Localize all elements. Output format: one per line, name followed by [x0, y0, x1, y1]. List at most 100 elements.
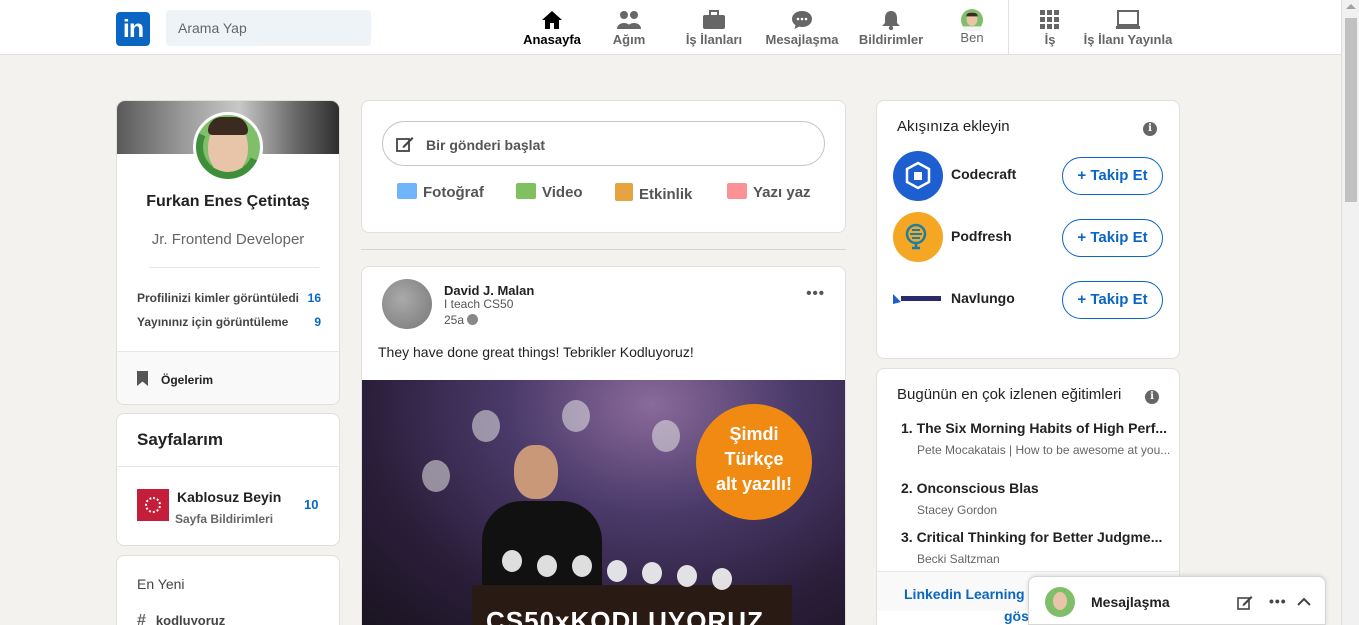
- briefcase-icon: [703, 10, 725, 29]
- article-action[interactable]: Yazı yaz: [727, 183, 811, 201]
- messaging-popup[interactable]: Mesajlaşma •••: [1028, 576, 1326, 625]
- post-timestamp: 25a: [444, 313, 479, 327]
- course-title: 2. Onconscious Blas: [901, 480, 1039, 496]
- post-image[interactable]: Şimdi Türkçe alt yazılı! CS50xKODLUYORUZ: [362, 380, 845, 625]
- codecraft-logo[interactable]: [893, 151, 943, 201]
- nav-network[interactable]: Ağım: [606, 9, 652, 49]
- add-to-feed-title: Akışınıza ekleyin: [897, 118, 1010, 135]
- page-scrollbar[interactable]: [1341, 0, 1359, 625]
- recent-card: En Yeni # kodluyoruz: [116, 555, 340, 625]
- stat-value: 9: [314, 315, 321, 329]
- my-items-label: Ögelerim: [161, 373, 214, 387]
- post-author-name[interactable]: David J. Malan: [444, 283, 534, 298]
- post-job-icon: [1116, 10, 1140, 29]
- globe-icon: [467, 314, 479, 325]
- recent-title: En Yeni: [137, 576, 185, 592]
- divider: [149, 267, 319, 268]
- nav-divider: [1008, 0, 1009, 54]
- nav-jobs[interactable]: İş İlanları: [682, 9, 746, 49]
- course-title: 1. The Six Morning Habits of High Perf..…: [901, 420, 1168, 436]
- nav-me[interactable]: Ben: [954, 9, 990, 49]
- nav-label: Mesajlaşma: [765, 32, 839, 47]
- navlungo-logo[interactable]: [893, 274, 943, 324]
- navlungo-wordmark-icon: [893, 294, 941, 304]
- top-courses-title: Bugünün en çok izlenen eğitimleri: [897, 386, 1122, 403]
- nav-label: İş İlanı Yayınla: [1083, 32, 1173, 47]
- messaging-label: Mesajlaşma: [1091, 594, 1170, 610]
- post-views-stat[interactable]: Yayınınız için görüntüleme 9: [137, 315, 321, 329]
- info-icon[interactable]: i: [1145, 390, 1159, 404]
- course-author: Stacey Gordon: [917, 503, 998, 517]
- feed-sort-divider: [361, 249, 846, 250]
- stat-label: Yayınınız için görüntüleme: [137, 315, 289, 329]
- nav-post-job[interactable]: İş İlanı Yayınla: [1082, 9, 1174, 49]
- post-text: They have done great things! Tebrikler K…: [378, 344, 694, 360]
- top-navigation: in Arama Yap Anasayfa Ağım İş İlanları M…: [0, 0, 1341, 55]
- start-post-placeholder: Bir gönderi başlat: [426, 137, 546, 153]
- post-author-avatar[interactable]: [382, 279, 432, 329]
- more-options-icon[interactable]: •••: [806, 285, 825, 302]
- message-icon: [792, 11, 812, 29]
- grid-icon: [1040, 10, 1059, 29]
- more-icon[interactable]: •••: [1269, 593, 1287, 609]
- event-action[interactable]: Etkinlik: [615, 183, 692, 203]
- network-icon: [617, 11, 641, 29]
- add-to-feed-card: Akışınıza ekleyin i Codecraft + Takip Et…: [876, 100, 1180, 359]
- hashtag-link[interactable]: # kodluyoruz: [137, 612, 225, 625]
- event-icon: [615, 183, 633, 201]
- nav-label: İş İlanları: [685, 32, 743, 47]
- page-logo[interactable]: [137, 489, 169, 521]
- course-item[interactable]: 3. Critical Thinking for Better Judgme..…: [901, 529, 1171, 569]
- profile-avatar[interactable]: [193, 112, 263, 182]
- messaging-avatar: [1045, 587, 1075, 617]
- nav-label: Anasayfa: [523, 32, 581, 47]
- nav-label: Ben: [960, 30, 984, 45]
- badge-line: Türkçe: [724, 449, 784, 469]
- post-composer: Bir gönderi başlat Fotoğraf Video Etkinl…: [361, 100, 846, 233]
- follow-button[interactable]: + Takip Et: [1062, 157, 1163, 195]
- nav-label: Ağım: [612, 32, 646, 47]
- podfresh-logo[interactable]: [893, 212, 943, 262]
- profile-views-stat[interactable]: Profilinizi kimler görüntüledi 16: [137, 291, 321, 305]
- course-author: Becki Saltzman: [917, 552, 1000, 566]
- my-pages-title: Sayfalarım: [137, 430, 223, 449]
- hexagon-icon: [905, 161, 931, 190]
- profile-card: Furkan Enes Çetintaş Jr. Frontend Develo…: [116, 100, 340, 405]
- follow-button[interactable]: + Takip Et: [1062, 219, 1163, 257]
- page-notifications-label[interactable]: Sayfa Bildirimleri: [175, 512, 273, 526]
- compose-icon[interactable]: [1237, 595, 1253, 611]
- search-input[interactable]: Arama Yap: [166, 10, 371, 46]
- bookmark-icon: [137, 371, 148, 386]
- action-label: Yazı yaz: [753, 184, 811, 201]
- page-name[interactable]: Kablosuz Beyin: [177, 489, 281, 505]
- avatar-icon: [961, 9, 983, 31]
- course-item[interactable]: 1. The Six Morning Habits of High Perf..…: [901, 420, 1171, 460]
- photo-action[interactable]: Fotoğraf: [397, 183, 484, 201]
- my-items-link[interactable]: Ögelerim: [117, 351, 339, 404]
- nav-work[interactable]: İş: [1036, 9, 1064, 49]
- scroll-thumb[interactable]: [1345, 18, 1357, 202]
- video-action[interactable]: Video: [516, 183, 583, 201]
- action-label: Etkinlik: [639, 186, 693, 203]
- nav-messaging[interactable]: Mesajlaşma: [763, 9, 841, 49]
- learning-link-line2: gös: [1004, 608, 1029, 624]
- chevron-up-icon[interactable]: [1297, 597, 1311, 607]
- scroll-up-arrow-icon[interactable]: [1346, 4, 1356, 9]
- start-post-input[interactable]: Bir gönderi başlat: [382, 121, 825, 166]
- hashtag-label: kodluyoruz: [155, 613, 226, 625]
- follow-button[interactable]: + Takip Et: [1062, 281, 1163, 319]
- home-icon: [542, 11, 562, 29]
- nav-home[interactable]: Anasayfa: [520, 9, 584, 49]
- follow-account-name[interactable]: Navlungo: [951, 290, 1015, 306]
- follow-account-name[interactable]: Podfresh: [951, 228, 1012, 244]
- profile-name[interactable]: Furkan Enes Çetintaş: [117, 193, 339, 211]
- linkedin-logo[interactable]: in: [116, 12, 150, 46]
- hashtag-icon: #: [137, 612, 146, 625]
- badge-line: Şimdi: [729, 424, 779, 444]
- course-item[interactable]: 2. Onconscious Blas Stacey Gordon: [901, 480, 1171, 520]
- action-label: Fotoğraf: [423, 184, 484, 201]
- course-author: Pete Mocakatais | How to be awesome at y…: [917, 443, 1171, 457]
- follow-account-name[interactable]: Codecraft: [951, 166, 1016, 182]
- nav-notifications[interactable]: Bildirimler: [857, 9, 925, 49]
- info-icon[interactable]: i: [1143, 122, 1157, 136]
